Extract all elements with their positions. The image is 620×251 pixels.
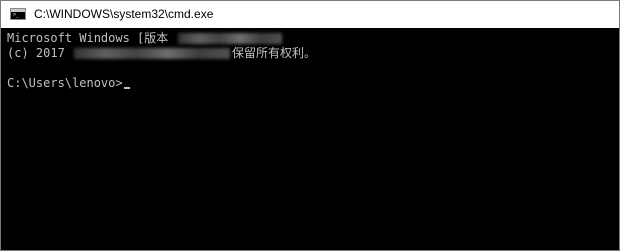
cmd-icon[interactable]: >_ [10, 8, 26, 20]
text-cursor [123, 87, 130, 89]
version-line: Microsoft Windows [版本 [7, 31, 619, 46]
copyright-line: (c) 2017 保留所有权利。 [7, 46, 619, 61]
copyright-year: (c) 2017 [7, 46, 65, 60]
cmd-window[interactable]: >_ C:\WINDOWS\system32\cmd.exe Microsoft… [0, 0, 620, 251]
version-text: Microsoft Windows [版本 [7, 31, 169, 45]
redacted-version [177, 33, 282, 44]
rights-text: 保留所有权利。 [232, 46, 317, 60]
redacted-company [74, 48, 231, 59]
command-prompt: C:\Users\lenovo> [7, 76, 123, 90]
prompt-line[interactable]: C:\Users\lenovo> [7, 76, 619, 91]
console-output[interactable]: Microsoft Windows [版本 (c) 2017 保留所有权利。 C… [1, 28, 619, 250]
title-bar[interactable]: >_ C:\WINDOWS\system32\cmd.exe [1, 1, 619, 28]
window-title: C:\WINDOWS\system32\cmd.exe [34, 7, 214, 21]
